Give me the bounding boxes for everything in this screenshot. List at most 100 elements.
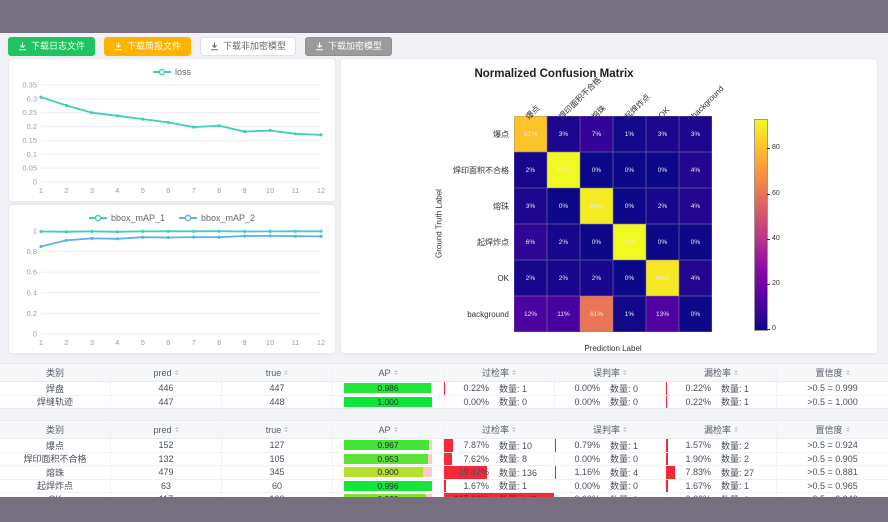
matrix-cell-value: 0%	[658, 239, 667, 246]
cell-ap: 1.000	[333, 396, 444, 409]
table-header-row: 类别 predtrueAP过检率误判率漏检率 置信度	[0, 364, 888, 382]
column-header-label: 置信度	[815, 366, 842, 379]
column-header-AP[interactable]: AP	[333, 364, 444, 381]
cell-overcheck: 39.42% 数量: 136	[444, 466, 555, 479]
column-header-误判率[interactable]: 误判率	[555, 421, 666, 438]
svg-text:11: 11	[292, 338, 300, 347]
download-button-2[interactable]: 下载非加密模型	[200, 37, 296, 56]
legend-marker-icon	[153, 68, 171, 76]
matrix-cell-value: 0%	[658, 167, 667, 174]
sort-icon[interactable]	[623, 425, 627, 434]
matrix-cell-value: 0%	[691, 239, 700, 246]
download-icon	[18, 42, 27, 51]
column-header-漏检率[interactable]: 漏检率	[666, 364, 777, 381]
table-row: 焊印面积不合格132105 0.953 7.62% 数量: 8 0.00% 数量…	[0, 453, 888, 467]
matrix-cell: 2%	[514, 260, 547, 296]
sort-icon[interactable]	[846, 425, 850, 434]
matrix-cell-value: 0%	[592, 167, 601, 174]
misjudge-percent: 0.00%	[558, 454, 600, 464]
missrate-count: 数量: 27	[721, 466, 773, 479]
misjudge-percent: 0.00%	[558, 383, 600, 393]
sort-icon[interactable]	[394, 368, 398, 377]
cell-ap: 0.996	[333, 480, 444, 493]
missrate-percent: 0.22%	[669, 397, 711, 407]
cell-missrate: 1.67% 数量: 1	[666, 480, 777, 493]
column-header-label: pred	[153, 425, 171, 435]
legend-item-bbox_mAP_1[interactable]: bbox_mAP_1	[89, 213, 165, 223]
misjudge-percent: 1.16%	[558, 467, 600, 477]
missrate-percent: 1.67%	[669, 481, 711, 491]
loss-chart-card: loss 00.050.10.150.20.250.30.35123456789…	[8, 58, 336, 202]
matrix-cell-value: 2%	[526, 275, 535, 282]
column-header-过检率[interactable]: 过检率	[444, 421, 555, 438]
legend-label: loss	[175, 67, 191, 77]
column-header-pred[interactable]: pred	[111, 421, 222, 438]
matrix-cell-value: 2%	[658, 203, 667, 210]
column-header-label: true	[266, 425, 282, 435]
table-row: 爆点152127 0.967 7.87% 数量: 10 0.79% 数量: 1 …	[0, 439, 888, 453]
matrix-row-label: 起焊炸点	[341, 224, 514, 260]
matrix-cell: 3%	[646, 116, 679, 152]
matrix-cell-value: 4%	[691, 203, 700, 210]
download-button-0[interactable]: 下载日志文件	[8, 37, 95, 56]
sort-icon[interactable]	[846, 368, 850, 377]
matrix-row-label: 焊印面积不合格	[341, 152, 514, 188]
sort-icon[interactable]	[623, 368, 627, 377]
missrate-count: 数量: 1	[721, 480, 773, 493]
download-button-1[interactable]: 下载简报文件	[104, 37, 191, 56]
matrix-cell: 3%	[679, 116, 712, 152]
legend-item-loss[interactable]: loss	[153, 67, 191, 77]
table-row: 焊盘446447 0.986 0.22% 数量: 1 0.00% 数量: 0 0…	[0, 382, 888, 396]
ap-value: 0.986	[344, 383, 432, 393]
column-header-true[interactable]: true	[222, 421, 333, 438]
matrix-cell: 6%	[514, 224, 547, 260]
matrix-cell-value: 3%	[691, 131, 700, 138]
matrix-cell: 0%	[613, 260, 646, 296]
cell-pred: 446	[111, 382, 222, 395]
cell-misjudge: 1.16% 数量: 4	[555, 466, 666, 479]
cell-confidence: >0.5 = 1.000	[777, 396, 888, 409]
sort-icon[interactable]	[175, 368, 179, 377]
sort-icon[interactable]	[734, 425, 738, 434]
column-header-置信度[interactable]: 置信度	[777, 421, 888, 438]
svg-text:0: 0	[33, 178, 37, 187]
map-chart[interactable]: 00.20.40.60.81123456789101112	[11, 226, 333, 348]
svg-text:0.8: 0.8	[27, 247, 37, 256]
cell-true: 345	[222, 466, 333, 479]
legend-label: bbox_mAP_1	[111, 213, 165, 223]
download-button-3[interactable]: 下载加密模型	[305, 37, 392, 56]
column-header-漏检率[interactable]: 漏检率	[666, 421, 777, 438]
sort-icon[interactable]	[175, 425, 179, 434]
column-header-pred[interactable]: pred	[111, 364, 222, 381]
sort-icon[interactable]	[284, 425, 288, 434]
legend-marker-icon	[89, 214, 107, 222]
matrix-cell: 0%	[679, 224, 712, 260]
cell-class: 爆点	[0, 439, 111, 452]
matrix-cell-value: 0%	[559, 203, 568, 210]
column-header-误判率[interactable]: 误判率	[555, 364, 666, 381]
loss-chart[interactable]: 00.050.10.150.20.250.30.3512345678910111…	[11, 80, 333, 196]
column-header-label: AP	[378, 425, 390, 435]
table-row: 起焊炸点6360 0.996 1.67% 数量: 1 0.00% 数量: 0 1…	[0, 480, 888, 494]
sort-icon[interactable]	[734, 368, 738, 377]
cell-class: 焊印面积不合格	[0, 453, 111, 466]
sort-icon[interactable]	[512, 425, 516, 434]
matrix-cell: 89%	[646, 260, 679, 296]
misjudge-bar	[555, 466, 556, 479]
cell-pred: 132	[111, 453, 222, 466]
sort-icon[interactable]	[284, 368, 288, 377]
sort-icon[interactable]	[394, 425, 398, 434]
legend-item-bbox_mAP_2[interactable]: bbox_mAP_2	[179, 213, 255, 223]
cell-true: 60	[222, 480, 333, 493]
column-header-过检率[interactable]: 过检率	[444, 364, 555, 381]
matrix-cell: 93%	[547, 152, 580, 188]
svg-text:0.25: 0.25	[22, 108, 37, 117]
svg-text:1: 1	[39, 186, 43, 195]
column-header-置信度[interactable]: 置信度	[777, 364, 888, 381]
colorbar-tick	[767, 239, 770, 240]
column-header-true[interactable]: true	[222, 364, 333, 381]
column-header-AP[interactable]: AP	[333, 421, 444, 438]
sort-icon[interactable]	[512, 368, 516, 377]
matrix-cell: 12%	[514, 296, 547, 332]
column-header-label: 类别	[46, 366, 64, 379]
